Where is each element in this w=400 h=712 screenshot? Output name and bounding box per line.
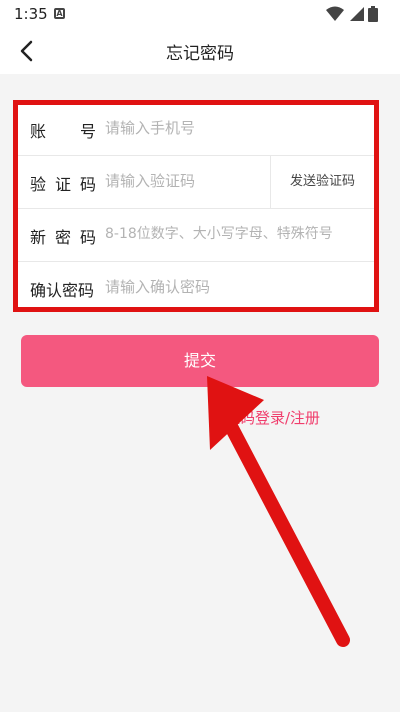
code-row: 验 证 码 发送验证码 bbox=[16, 155, 374, 209]
new-password-row: 新 密 码 bbox=[16, 208, 374, 262]
phone-input[interactable] bbox=[105, 116, 355, 140]
verification-code-input[interactable] bbox=[105, 169, 265, 193]
app-header: 忘记密码 bbox=[0, 28, 400, 74]
new-password-label: 新 密 码 bbox=[30, 228, 96, 247]
code-login-register-link[interactable]: 验证码登录/注册 bbox=[210, 407, 320, 428]
annotation-arrow-shaft bbox=[218, 408, 350, 647]
status-bar: 1:35 A bbox=[0, 0, 400, 28]
account-label: 账 号 bbox=[30, 122, 96, 141]
submit-button[interactable]: 提交 bbox=[21, 335, 379, 387]
battery-icon bbox=[368, 6, 378, 22]
confirm-password-input[interactable] bbox=[105, 275, 355, 299]
reset-password-form: 账 号 验 证 码 发送验证码 新 密 码 确认密码 bbox=[16, 102, 374, 308]
new-password-input[interactable] bbox=[105, 222, 367, 246]
page-title: 忘记密码 bbox=[166, 44, 234, 64]
signal-icon bbox=[350, 7, 364, 21]
confirm-password-label: 确认密码 bbox=[30, 281, 95, 300]
status-time: 1:35 bbox=[14, 5, 48, 23]
confirm-password-row: 确认密码 bbox=[16, 261, 374, 314]
code-label: 验 证 码 bbox=[30, 175, 96, 194]
account-row: 账 号 bbox=[16, 102, 374, 156]
send-code-button[interactable]: 发送验证码 bbox=[270, 155, 374, 208]
notification-app-icon: A bbox=[54, 8, 65, 19]
wifi-icon bbox=[326, 6, 344, 21]
status-icons bbox=[326, 6, 386, 22]
